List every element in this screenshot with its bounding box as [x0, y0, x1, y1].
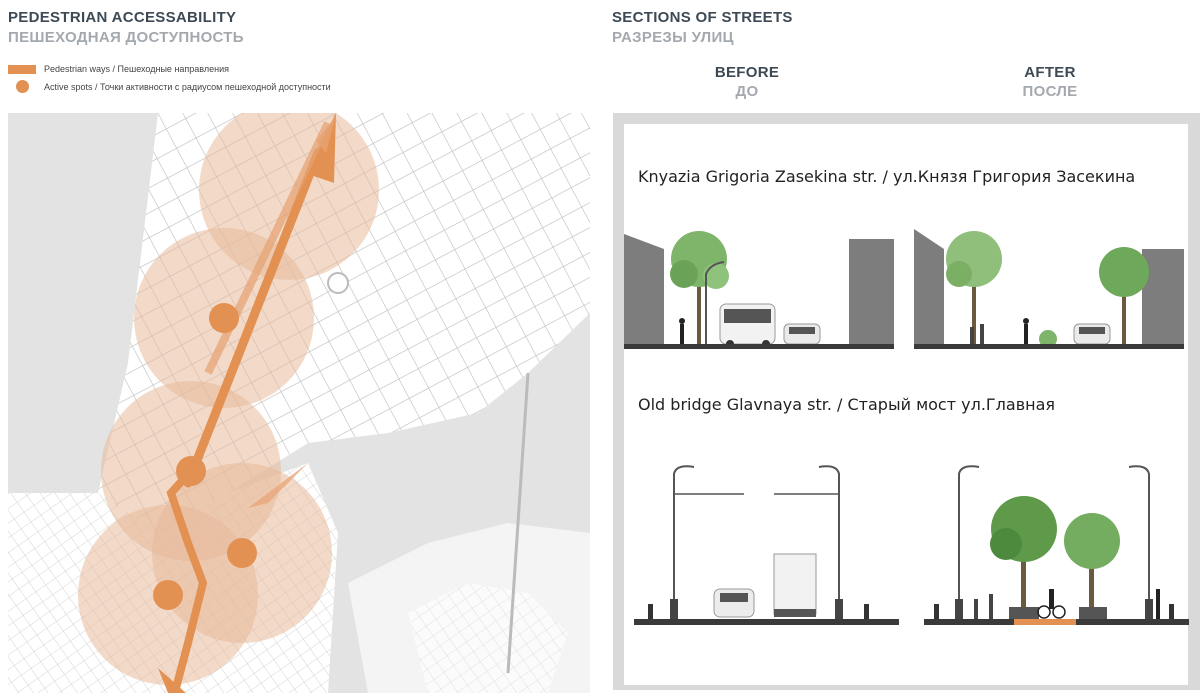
accessibility-map [8, 113, 590, 693]
pedestrian-icon [680, 324, 684, 344]
legend-pedestrian-ways: Pedestrian ways / Пешеходные направления [8, 64, 229, 74]
map-canvas [8, 113, 590, 693]
street-lamp-icon [818, 465, 840, 619]
section-1-before [624, 231, 894, 349]
street-title-1: Knyazia Grigoria Zasekina str. / ул.Княз… [638, 167, 1136, 186]
legend-active-spots: Active spots / Точки активности с радиус… [8, 80, 331, 93]
section-2-before [634, 465, 899, 625]
legend-label: Active spots / Точки активности с радиус… [44, 81, 331, 92]
tree-icon [1099, 247, 1149, 297]
building-right [1142, 249, 1184, 344]
road-surface [914, 344, 1184, 349]
street-lamp-icon [1128, 465, 1150, 619]
building-left [914, 229, 944, 344]
active-spot-1 [209, 303, 239, 333]
street-title-2: Old bridge Glavnaya str. / Старый мост у… [638, 395, 1056, 414]
after-label-en: AFTER [1024, 64, 1076, 81]
legend-label: Pedestrian ways / Пешеходные направления [44, 64, 230, 74]
road-surface [624, 344, 894, 349]
left-title-en: PEDESTRIAN ACCESSABILITY [8, 9, 237, 26]
left-title-ru: ПЕШЕХОДНАЯ ДОСТУПНОСТЬ [8, 29, 244, 46]
street-lamp-icon [958, 465, 980, 619]
active-spot-4 [153, 580, 183, 610]
orange-dot-icon [16, 80, 29, 93]
truck-icon [773, 553, 817, 615]
pedestrian-icon [974, 599, 978, 619]
cyclist-icon [1049, 589, 1054, 609]
right-title-en: SECTIONS OF STREETS [612, 9, 793, 26]
pedestrian-icon [1156, 589, 1160, 619]
section-1-after [914, 229, 1184, 349]
after-header: AFTER ПОСЛЕ [990, 64, 1110, 100]
street-lamp-icon [673, 465, 695, 619]
sections-frame: Knyazia Grigoria Zasekina str. / ул.Княз… [613, 113, 1200, 690]
bike-lane [1014, 619, 1076, 625]
roundabout [327, 272, 349, 294]
right-title-ru: РАЗРЕЗЫ УЛИЦ [612, 29, 734, 46]
road-surface [1076, 619, 1189, 625]
building-right [849, 239, 894, 344]
before-label-en: BEFORE [714, 64, 780, 81]
building-left [624, 234, 664, 344]
road-surface [924, 619, 1014, 625]
section-2-after [924, 465, 1189, 625]
pedestrian-icon [970, 327, 974, 344]
after-label-ru: ПОСЛЕ [1022, 83, 1078, 100]
before-label-ru: ДО [735, 83, 759, 100]
orange-bar-icon [8, 64, 36, 74]
active-spot-2 [176, 456, 206, 486]
tree-icon [1064, 513, 1120, 569]
before-header: BEFORE ДО [687, 64, 807, 100]
road-surface [634, 619, 899, 625]
active-spot-3 [227, 538, 257, 568]
sections-panel: Knyazia Grigoria Zasekina str. / ул.Княз… [624, 124, 1189, 685]
